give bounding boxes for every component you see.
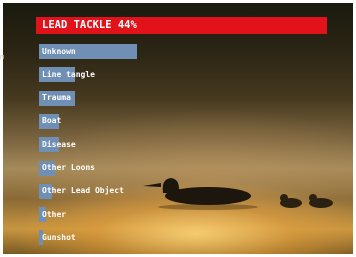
bar-label: Gunshot [42,232,76,242]
bar-label: Line tangle [42,69,95,79]
bar-label: Trauma [42,93,71,103]
bar-label: Other Lead Object [42,186,124,196]
bar-label: Boat [42,116,62,126]
bar-label: Other Loons [42,163,95,172]
bar-label: Unknown [42,46,76,56]
bar-label: Disease [42,139,76,149]
bar-label: Other [42,209,67,219]
stray-text: m [0,53,5,61]
chart-title: LEAD TACKLE 44% [42,19,137,31]
